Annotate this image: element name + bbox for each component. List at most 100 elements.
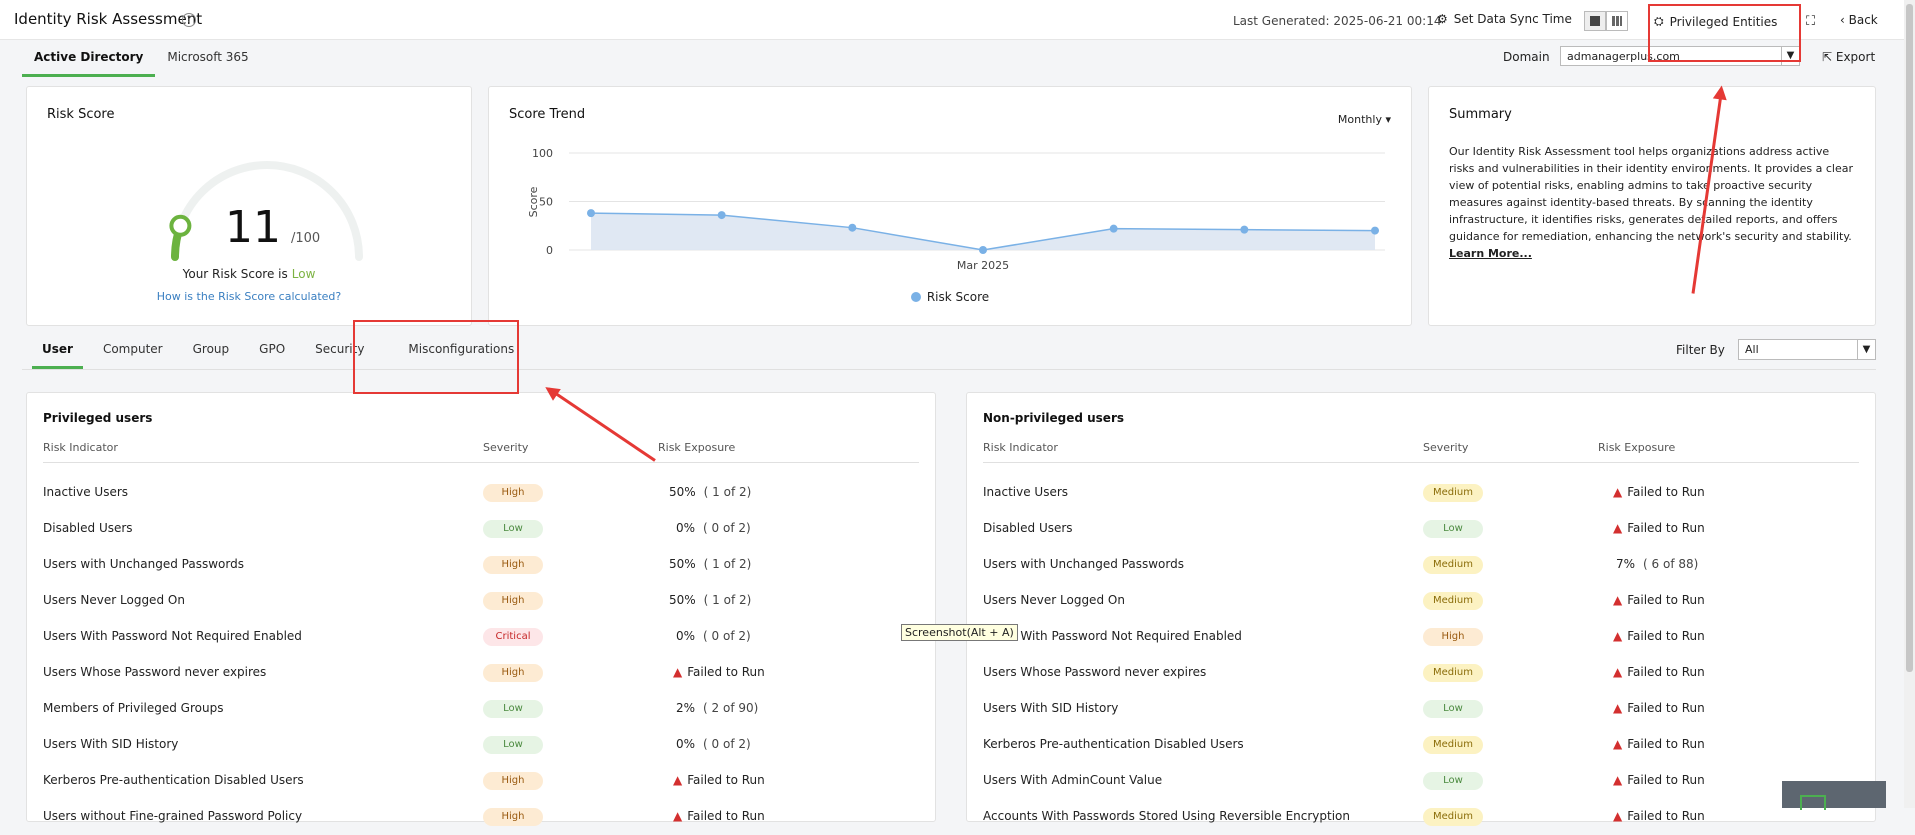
exposure-value: Failed to Run: [1627, 485, 1705, 499]
risk-indicator-name[interactable]: Users With AdminCount Value: [983, 773, 1162, 787]
top-bar: Identity Risk Assessment ? Last Generate…: [0, 0, 1915, 40]
exposure-value: Failed to Run: [1627, 737, 1705, 751]
tab-active-directory[interactable]: Active Directory: [22, 46, 156, 77]
risk-exposure: 7% ( 6 of 88): [1616, 557, 1698, 571]
table-row[interactable]: Kerberos Pre-authentication Disabled Use…: [43, 763, 919, 799]
risk-exposure: 0% ( 0 of 2): [676, 629, 751, 643]
fullscreen-icon[interactable]: ⛶: [1806, 14, 1815, 29]
non-privileged-users-table: Non-privileged users Risk Indicator Seve…: [966, 392, 1876, 826]
legend-marker: [910, 292, 921, 302]
summary-text: Our Identity Risk Assessment tool helps …: [1449, 143, 1857, 262]
tab-gpo[interactable]: GPO: [249, 336, 295, 369]
table-row[interactable]: Users Never Logged On Medium ▲ Failed to …: [983, 583, 1859, 619]
score-trend-chart: 0 50 100 Score Mar 2025: [527, 147, 1385, 272]
tab-user[interactable]: User: [32, 336, 83, 369]
risk-indicator-name[interactable]: Disabled Users: [43, 521, 133, 535]
table-header: Risk Indicator Severity Risk Exposure: [43, 441, 919, 463]
table-row[interactable]: Users Whose Password never expires High …: [43, 655, 919, 691]
tab-group[interactable]: Group: [183, 336, 240, 369]
table-row[interactable]: Disabled Users Low 0% ( 0 of 2): [43, 511, 919, 547]
risk-indicator-name[interactable]: Kerberos Pre-authentication Disabled Use…: [983, 737, 1244, 751]
risk-exposure: ▲ Failed to Run: [673, 809, 765, 823]
help-icon[interactable]: ?: [182, 13, 196, 27]
y-tick-label: 50: [539, 196, 553, 209]
x-tick-label: Mar 2025: [957, 259, 1009, 272]
risk-indicator-name[interactable]: Users Never Logged On: [43, 593, 185, 607]
summary-body: Our Identity Risk Assessment tool helps …: [1449, 145, 1854, 243]
exposure-count[interactable]: ( 0 of 2): [703, 737, 751, 751]
table-row[interactable]: Users with Unchanged Passwords Medium 7%…: [983, 547, 1859, 583]
table-row[interactable]: Users Whose Password never expires Mediu…: [983, 655, 1859, 691]
severity-badge: Medium: [1423, 808, 1483, 826]
table-row[interactable]: Users with Unchanged Passwords High 50% (…: [43, 547, 919, 583]
export-button[interactable]: ⇱ Export: [1822, 50, 1875, 64]
set-data-sync-button[interactable]: ⚙ Set Data Sync Time: [1437, 12, 1572, 26]
risk-indicator-name[interactable]: Kerberos Pre-authentication Disabled Use…: [43, 773, 304, 787]
risk-indicator-name[interactable]: Members of Privileged Groups: [43, 701, 223, 715]
risk-indicator-name[interactable]: Users With Password Not Required Enabled: [983, 629, 1242, 643]
risk-score-value: 11: [225, 202, 281, 253]
risk-indicator-name[interactable]: Accounts With Passwords Stored Using Rev…: [983, 809, 1350, 823]
risk-exposure: 0% ( 0 of 2): [676, 737, 751, 751]
risk-indicator-name[interactable]: Inactive Users: [43, 485, 128, 499]
severity-badge: High: [483, 556, 543, 574]
risk-exposure: 0% ( 0 of 2): [676, 521, 751, 535]
tab-computer[interactable]: Computer: [93, 336, 173, 369]
vertical-scrollbar[interactable]: [1904, 0, 1915, 808]
risk-indicator-name[interactable]: Disabled Users: [983, 521, 1073, 535]
risk-indicator-name[interactable]: Users With SID History: [983, 701, 1118, 715]
exposure-count[interactable]: ( 0 of 2): [703, 521, 751, 535]
risk-indicator-name[interactable]: Users Whose Password never expires: [43, 665, 266, 679]
risk-indicator-name[interactable]: Users without Fine-grained Password Poli…: [43, 809, 302, 823]
domain-label: Domain: [1503, 50, 1550, 64]
risk-indicator-name[interactable]: Users With Password Not Required Enabled: [43, 629, 302, 643]
table-row[interactable]: Users Never Logged On High 50% ( 1 of 2): [43, 583, 919, 619]
warning-icon: ▲: [1613, 593, 1623, 607]
last-generated: Last Generated: 2025-06-21 00:14: [1233, 14, 1442, 28]
exposure-value: Failed to Run: [1627, 665, 1705, 679]
table-row[interactable]: Kerberos Pre-authentication Disabled Use…: [983, 727, 1859, 763]
risk-score-calc-link[interactable]: How is the Risk Score calculated?: [27, 290, 471, 303]
risk-indicator-name[interactable]: Users Never Logged On: [983, 593, 1125, 607]
exposure-count[interactable]: ( 6 of 88): [1643, 557, 1698, 571]
warning-icon: ▲: [1613, 521, 1623, 535]
y-tick-label: 0: [546, 244, 553, 257]
trend-point: [587, 209, 595, 218]
exposure-count[interactable]: ( 1 of 2): [704, 593, 752, 607]
risk-score-max: /100: [291, 231, 321, 246]
table-row[interactable]: Users With Password Not Required Enabled…: [43, 619, 919, 655]
summary-card: Summary Our Identity Risk Assessment too…: [1428, 86, 1876, 326]
severity-badge: Low: [483, 736, 543, 754]
floating-widget[interactable]: [1782, 781, 1886, 810]
risk-indicator-name[interactable]: Inactive Users: [983, 485, 1068, 499]
grid-view-icon[interactable]: [1606, 11, 1628, 31]
table-row[interactable]: Members of Privileged Groups Low 2% ( 2 o…: [43, 691, 919, 727]
back-button[interactable]: ‹ Back: [1840, 13, 1878, 27]
severity-badge: High: [483, 664, 543, 682]
trend-point: [1240, 225, 1249, 234]
risk-indicator-name[interactable]: Users with Unchanged Passwords: [983, 557, 1184, 571]
table-row[interactable]: Disabled Users Low ▲ Failed to Run: [983, 511, 1859, 547]
learn-more-link[interactable]: Learn More...: [1449, 245, 1857, 262]
table-row[interactable]: Users With SID History Low 0% ( 0 of 2): [43, 727, 919, 763]
trend-point: [979, 246, 987, 254]
exposure-count[interactable]: ( 0 of 2): [703, 629, 751, 643]
filter-select[interactable]: All ▼: [1738, 339, 1876, 360]
risk-indicator-name[interactable]: Users with Unchanged Passwords: [43, 557, 244, 571]
exposure-value: Failed to Run: [687, 809, 765, 823]
exposure-count[interactable]: ( 1 of 2): [704, 485, 752, 499]
tab-microsoft-365[interactable]: Microsoft 365: [155, 46, 260, 77]
table-row[interactable]: Accounts With Passwords Stored Using Rev…: [983, 799, 1859, 835]
risk-exposure: ▲ Failed to Run: [1613, 593, 1705, 607]
exposure-count[interactable]: ( 2 of 90): [703, 701, 758, 715]
risk-indicator-name[interactable]: Users Whose Password never expires: [983, 665, 1206, 679]
table-row[interactable]: Users With SID History Low ▲ Failed to Ru…: [983, 691, 1859, 727]
risk-indicator-name[interactable]: Users With SID History: [43, 737, 178, 751]
table-row[interactable]: Users With Password Not Required Enabled…: [983, 619, 1859, 655]
card-view-icon[interactable]: [1584, 11, 1606, 31]
table-row[interactable]: Inactive Users High 50% ( 1 of 2): [43, 475, 919, 511]
exposure-count[interactable]: ( 1 of 2): [704, 557, 752, 571]
table-row[interactable]: Users without Fine-grained Password Poli…: [43, 799, 919, 835]
table-row[interactable]: Users With AdminCount Value Low ▲ Failed …: [983, 763, 1859, 799]
table-row[interactable]: Inactive Users Medium ▲ Failed to Run: [983, 475, 1859, 511]
